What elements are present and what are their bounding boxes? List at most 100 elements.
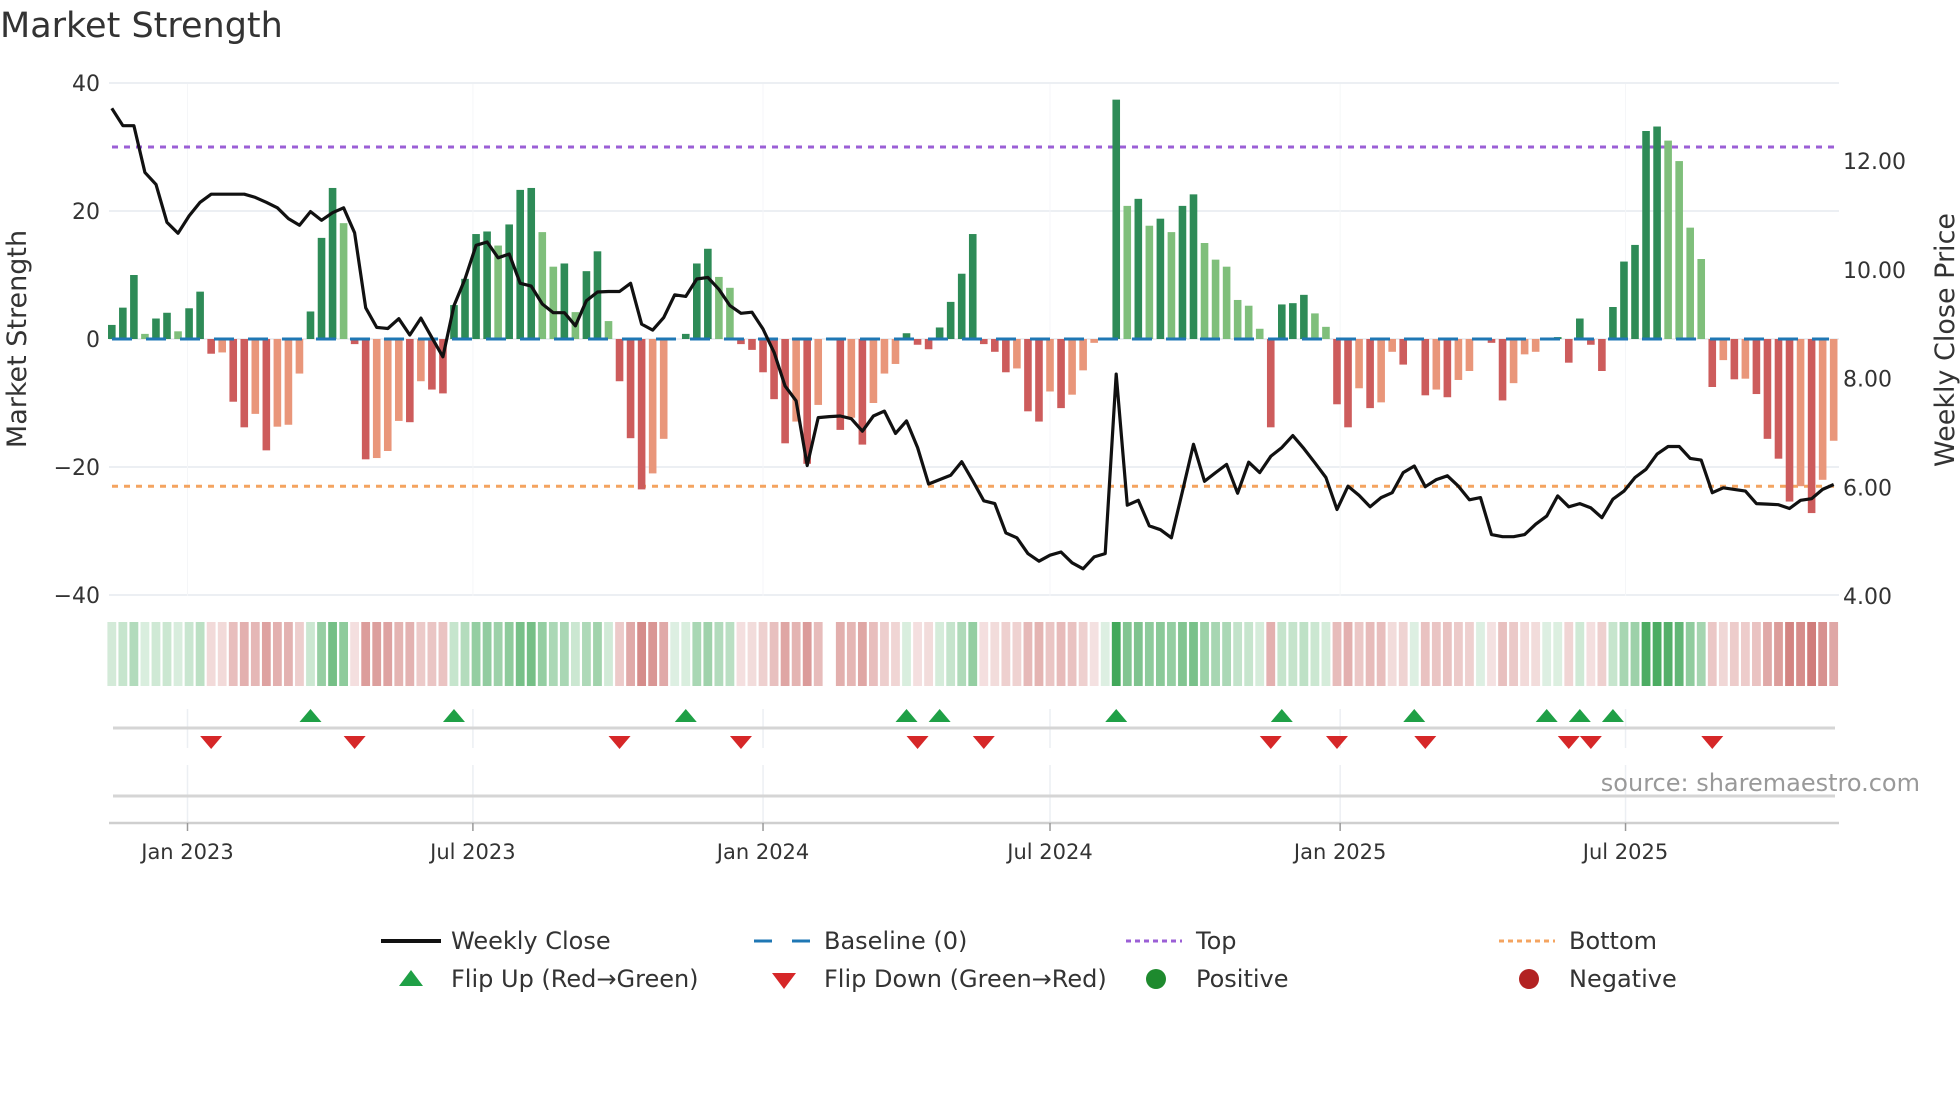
strength-bar [1200,243,1209,339]
legend-label: Bottom [1569,927,1658,955]
legend-item-bottom[interactable]: Bottom [1499,926,1657,956]
heatmap-cell [637,622,647,686]
heatmap-cell [1685,622,1695,686]
y-tick-label: −20 [54,456,100,481]
strength-bar [317,237,326,339]
heatmap-cell [1144,622,1154,686]
heatmap-cell [1222,622,1232,686]
strength-bar [604,321,613,339]
strength-bar [417,339,425,382]
heatmap-cell [1763,622,1772,686]
strength-bar [1024,339,1032,412]
heatmap-cell [460,622,470,686]
legend-item-flip-up[interactable]: Flip Up (Red→Green) [381,964,699,994]
heatmap-cell [206,622,216,686]
strength-bar [1068,339,1076,395]
strength-bar [1631,244,1639,339]
flip-down-marker [1701,736,1724,749]
y-right-tick-label: 12.00 [1843,150,1906,175]
heatmap-cell [703,622,713,686]
strength-bar [935,327,944,339]
strength-bar [1222,266,1231,339]
heatmap-cell [736,622,746,686]
flip-down-marker [1325,736,1348,749]
strength-bar [1719,339,1728,361]
flip-up-marker [1105,709,1128,722]
heatmap-cell [1189,622,1198,686]
strength-bar [527,187,536,339]
heatmap-cell [1310,622,1320,686]
strength-bar [218,339,226,353]
heatmap-cell [1155,622,1165,686]
x-tick-label: Jan 2024 [715,840,810,864]
strength-bar [991,339,999,352]
heatmap-cell [1663,622,1673,686]
flip-down-marker [608,736,631,749]
legend-item-top[interactable]: Top [1126,926,1237,956]
flip-up-marker [895,709,918,722]
strength-bar [284,339,293,425]
strength-bar [494,245,502,339]
x-tick-label: Jan 2025 [1292,840,1387,864]
strength-bar [1785,339,1794,502]
heatmap-cell [1078,622,1088,686]
legend-label: Weekly Close [451,927,611,955]
strength-bar [1664,140,1672,339]
heatmap-cell [1553,622,1563,686]
triangle-up-icon [399,970,423,986]
heatmap-cell [1564,622,1574,686]
legend-item-positive[interactable]: Positive [1126,964,1289,994]
strength-bar [1344,339,1352,428]
legend-item-flip-down[interactable]: Flip Down (Green→Red) [754,964,1107,994]
strength-bar [1708,339,1717,387]
strength-bar [560,263,569,339]
heatmap-cell [1233,622,1243,686]
heatmap-cell [151,622,161,686]
strength-bar [207,339,215,354]
strength-bar [1818,339,1827,480]
heatmap-cell [284,622,293,686]
heatmap-cell [394,622,404,686]
strength-bar [681,333,690,339]
heatmap-cell [493,622,503,686]
heatmap-cell [1542,622,1552,686]
legend-label: Top [1196,927,1237,955]
strength-bar [1829,339,1838,441]
strength-bar [1167,232,1176,339]
heatmap-cell [449,622,459,686]
y-axis-title: Market Strength [2,230,33,448]
heatmap-cell [1045,622,1055,686]
strength-bar [306,311,315,339]
heatmap-cell [1619,622,1629,686]
heatmap-cell [471,622,481,686]
heatmap-cell [857,622,867,686]
heatmap-cell [427,622,437,686]
heatmap-cell [1288,622,1298,686]
heatmap-cell [239,622,249,686]
heatmap-cell [1354,622,1364,686]
flip-down-marker [1414,736,1437,749]
strength-bar [1289,303,1297,339]
heatmap-cell [1575,622,1585,686]
heatmap-cell [118,622,128,686]
strength-bar [693,263,701,339]
heatmap-cell [416,622,426,686]
y-tick-label: 0 [86,328,100,353]
legend-item-baseline[interactable]: Baseline (0) [754,926,967,956]
heatmap-cell [725,622,735,686]
solid-line-icon [381,939,441,943]
strength-bar [185,308,193,339]
strength-bar [1189,194,1198,339]
legend-item-negative[interactable]: Negative [1499,964,1677,994]
heatmap-cell [1409,622,1419,686]
heatmap-cell [681,622,691,686]
legend-item-weekly-close[interactable]: Weekly Close [381,926,611,956]
strength-bar [869,339,878,403]
strength-bar [946,301,955,339]
strength-bar [1211,259,1220,339]
flip-down-marker [972,736,995,749]
legend-label: Flip Up (Red→Green) [451,965,699,993]
heatmap-cell [813,622,823,686]
strength-bar [891,339,900,364]
strength-bar [1653,126,1661,340]
